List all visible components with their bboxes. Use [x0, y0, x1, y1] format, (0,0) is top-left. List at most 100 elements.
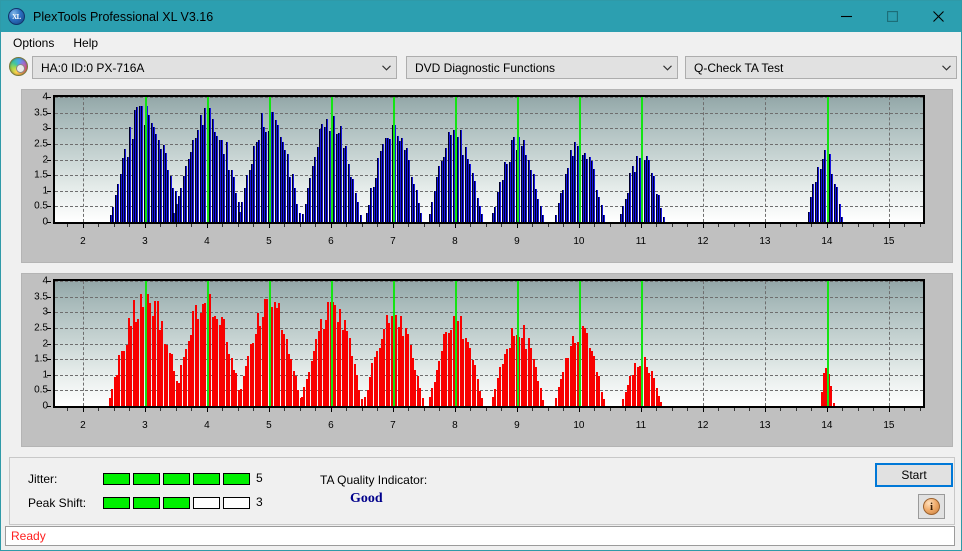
meter-cell: [133, 497, 160, 509]
info-icon: i: [923, 498, 940, 515]
x-axis-tick: [113, 408, 115, 411]
y-axis-tick: [47, 222, 51, 223]
x-axis-tick: [470, 224, 472, 227]
x-axis-tick: [98, 408, 100, 411]
x-axis-tick-label: 6: [328, 420, 334, 431]
x-axis-tick: [408, 224, 410, 227]
marker-line: [826, 97, 829, 222]
x-axis-tick-label: 8: [452, 420, 458, 431]
x-axis-tick: [129, 224, 131, 227]
marker-line: [640, 281, 643, 406]
marker-line: [454, 97, 457, 222]
x-axis-tick: [795, 224, 797, 227]
chart-bar: [359, 214, 362, 222]
x-axis-tick-label: 14: [821, 420, 833, 431]
meter-cell: [193, 473, 220, 485]
y-axis-tick-label: 1.5: [34, 353, 48, 365]
start-button[interactable]: Start: [875, 463, 953, 487]
drive-select[interactable]: HA:0 ID:0 PX-716A: [32, 56, 397, 79]
jitter-value: 5: [256, 471, 263, 485]
peak-shift-value: 3: [256, 495, 263, 509]
x-axis-tick: [160, 408, 162, 411]
x-axis-tick: [299, 408, 301, 411]
start-button-label: Start: [901, 468, 927, 482]
chart-bar: [420, 213, 423, 222]
chart-bar: [841, 216, 843, 222]
menu-item-help[interactable]: Help: [65, 34, 106, 52]
y-axis-tick: [47, 143, 51, 145]
y-axis-tick-label: 3.5: [34, 291, 48, 303]
chevron-down-icon: [936, 63, 956, 73]
x-axis-tick: [687, 224, 689, 227]
chart-bar: [298, 213, 301, 222]
menu-item-options[interactable]: Options: [5, 34, 62, 52]
x-axis-tick: [284, 408, 286, 411]
x-axis-tick-label: 12: [697, 236, 709, 247]
x-axis-tick-label: 6: [328, 236, 334, 247]
x-axis-tick-label: 9: [514, 236, 520, 247]
x-axis-tick: [346, 408, 348, 411]
x-axis-tick: [392, 408, 394, 412]
grid-line-vertical: [764, 281, 766, 406]
x-axis-tick: [82, 224, 84, 228]
maximize-button[interactable]: [869, 1, 915, 32]
y-axis-tick: [47, 359, 51, 361]
optical-disc-icon: [9, 57, 28, 76]
meter-cell: [223, 473, 250, 485]
function-select-value: DVD Diagnostic Functions: [415, 60, 556, 75]
x-axis-tick: [532, 224, 534, 227]
x-axis-tick-label: 4: [204, 420, 210, 431]
x-axis-tick: [454, 408, 456, 412]
chart-bar: [602, 399, 605, 406]
x-axis-tick-label: 3: [142, 420, 148, 431]
meter-cell: [163, 497, 190, 509]
grid-line-vertical: [702, 97, 704, 222]
close-button[interactable]: [915, 1, 961, 32]
x-axis-tick: [733, 224, 735, 227]
marker-line: [454, 281, 457, 406]
x-axis-tick-label: 14: [821, 236, 833, 247]
x-axis-tick: [904, 224, 906, 227]
x-axis-tick: [857, 224, 859, 227]
x-axis-tick: [315, 224, 317, 227]
peakshift-chart-y-axis: 0 0.5 1 1.5 2 2.5 3 3.5 4: [22, 274, 51, 413]
x-axis-tick: [919, 224, 921, 227]
x-axis-tick: [656, 408, 658, 411]
x-axis-tick: [206, 224, 208, 228]
x-axis-tick: [253, 224, 255, 227]
grid-line-horizontal: [55, 281, 923, 282]
chevron-down-icon: [376, 63, 396, 73]
chart-bar: [542, 214, 545, 222]
x-axis-tick: [764, 408, 766, 412]
meter-cell: [163, 473, 190, 485]
meter-cell: [193, 497, 220, 509]
test-select[interactable]: Q-Check TA Test: [685, 56, 957, 79]
window-title: PlexTools Professional XL V3.16: [33, 9, 214, 24]
x-axis-tick: [377, 408, 379, 411]
x-axis-tick: [563, 408, 565, 411]
x-axis-tick: [516, 224, 518, 228]
marker-line: [392, 281, 395, 406]
x-axis-tick: [671, 408, 673, 411]
x-axis-tick: [361, 408, 363, 411]
x-axis-tick-label: 13: [759, 420, 771, 431]
x-axis-tick: [702, 408, 704, 412]
x-axis-tick: [594, 224, 596, 227]
x-axis-tick: [129, 408, 131, 411]
x-axis-tick: [780, 408, 782, 411]
marker-line: [330, 97, 333, 222]
function-select[interactable]: DVD Diagnostic Functions: [406, 56, 678, 79]
x-axis-tick-label: 5: [266, 420, 272, 431]
marker-line: [578, 97, 581, 222]
info-button[interactable]: i: [918, 494, 945, 519]
chart-bar: [421, 397, 424, 406]
minimize-button[interactable]: [823, 1, 869, 32]
x-axis-tick: [516, 408, 518, 412]
x-axis-tick: [671, 224, 673, 227]
x-axis-tick: [578, 408, 580, 412]
x-axis-tick: [346, 224, 348, 227]
y-axis-tick: [47, 159, 51, 161]
x-axis-tick-label: 2: [80, 420, 86, 431]
grid-line-vertical: [888, 281, 890, 406]
meter-cell: [103, 473, 130, 485]
